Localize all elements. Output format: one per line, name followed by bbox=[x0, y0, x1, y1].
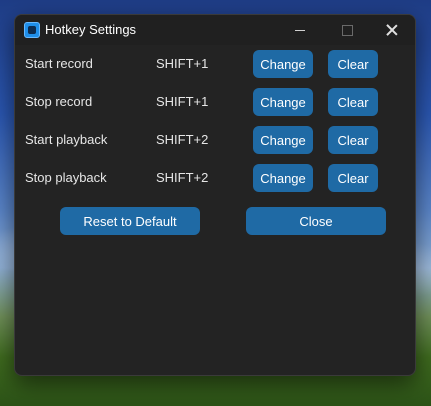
app-icon bbox=[24, 22, 40, 38]
hotkey-value: SHIFT+1 bbox=[156, 94, 209, 109]
hotkey-value: SHIFT+2 bbox=[156, 132, 209, 147]
hotkey-value: SHIFT+2 bbox=[156, 170, 209, 185]
hotkey-settings-window: Hotkey Settings Start record SHIFT+1 Cha… bbox=[14, 14, 416, 376]
hotkey-row-start-record: Start record SHIFT+1 Change Clear bbox=[15, 50, 415, 78]
maximize-icon bbox=[341, 24, 353, 36]
minimize-icon bbox=[295, 29, 305, 31]
minimize-button[interactable] bbox=[277, 15, 323, 45]
change-button[interactable]: Change bbox=[253, 88, 313, 116]
action-label: Start record bbox=[25, 56, 93, 71]
action-label: Start playback bbox=[25, 132, 108, 147]
clear-button[interactable]: Clear bbox=[328, 126, 378, 154]
maximize-button[interactable] bbox=[324, 15, 370, 45]
action-label: Stop playback bbox=[25, 170, 107, 185]
reset-to-default-button[interactable]: Reset to Default bbox=[60, 207, 200, 235]
hotkey-value: SHIFT+1 bbox=[156, 56, 209, 71]
clear-button[interactable]: Clear bbox=[328, 50, 378, 78]
action-label: Stop record bbox=[25, 94, 93, 109]
clear-button[interactable]: Clear bbox=[328, 164, 378, 192]
change-button[interactable]: Change bbox=[253, 164, 313, 192]
close-window-button[interactable] bbox=[369, 15, 415, 45]
hotkey-row-stop-playback: Stop playback SHIFT+2 Change Clear bbox=[15, 164, 415, 192]
title-bar[interactable]: Hotkey Settings bbox=[15, 15, 415, 45]
hotkey-row-start-playback: Start playback SHIFT+2 Change Clear bbox=[15, 126, 415, 154]
change-button[interactable]: Change bbox=[253, 126, 313, 154]
window-title: Hotkey Settings bbox=[45, 22, 137, 37]
clear-button[interactable]: Clear bbox=[328, 88, 378, 116]
hotkey-row-stop-record: Stop record SHIFT+1 Change Clear bbox=[15, 88, 415, 116]
close-icon bbox=[386, 24, 398, 36]
change-button[interactable]: Change bbox=[253, 50, 313, 78]
close-button[interactable]: Close bbox=[246, 207, 386, 235]
